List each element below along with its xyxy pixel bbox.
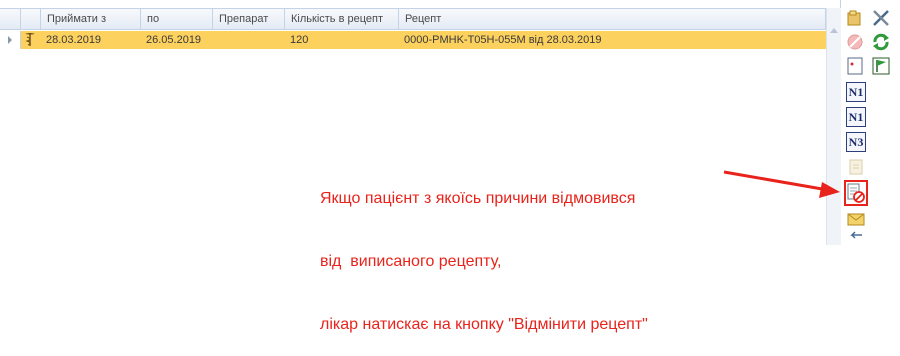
annotation-line-2: від виписаного рецепту,: [320, 253, 502, 270]
annotation-arrow: [723, 170, 840, 198]
annotation-line-3: лікар натискає на кнопку "Відмінити реце…: [320, 316, 648, 333]
